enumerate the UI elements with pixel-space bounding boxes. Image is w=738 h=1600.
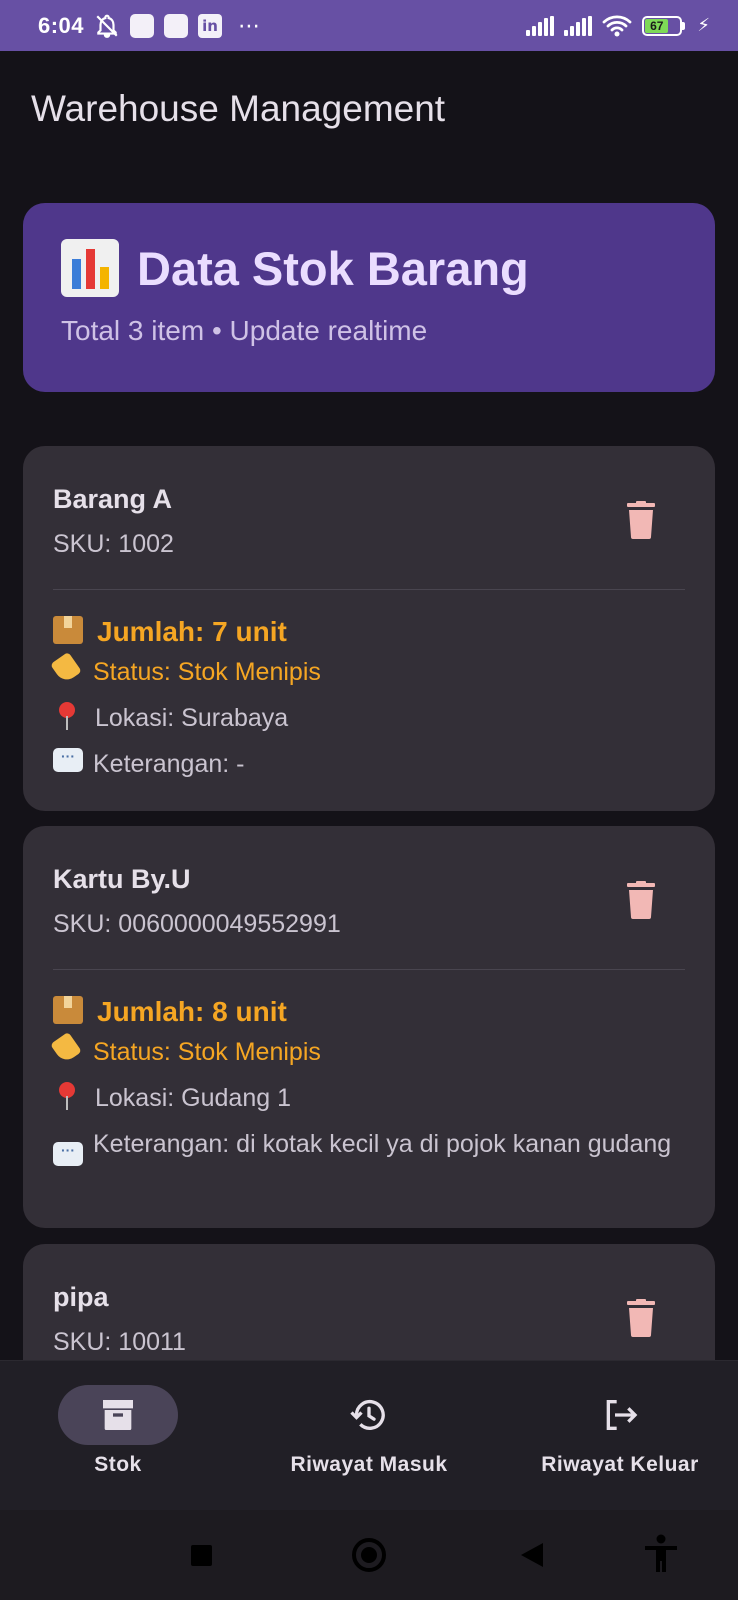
note-text: Keterangan: - bbox=[93, 750, 245, 778]
item-sku: SKU: 0060000049552991 bbox=[53, 910, 341, 938]
header-title: Data Stok Barang bbox=[137, 241, 529, 295]
divider bbox=[53, 589, 685, 590]
speech-bubble-icon: ··· bbox=[53, 748, 83, 772]
item-name: Barang A bbox=[53, 484, 173, 514]
tag-icon bbox=[50, 651, 82, 685]
note-row: ··· Keterangan: - bbox=[53, 748, 675, 780]
nav-item-stok[interactable]: Stok bbox=[58, 1361, 178, 1511]
quantity-row: Jumlah: 7 unit bbox=[53, 616, 675, 648]
divider bbox=[53, 969, 685, 970]
location-text: Lokasi: Surabaya bbox=[95, 704, 289, 732]
pin-icon bbox=[59, 1082, 75, 1110]
nav-item-riwayat-masuk[interactable]: Riwayat Masuk bbox=[269, 1361, 469, 1511]
app-title: Warehouse Management bbox=[31, 88, 446, 129]
status-text: Status: Stok Menipis bbox=[93, 658, 321, 686]
stock-list[interactable]: Warehouse Management Data Stok Barang To… bbox=[0, 0, 738, 1360]
item-sku: SKU: 1002 bbox=[53, 530, 174, 558]
pin-icon bbox=[59, 702, 75, 730]
note-row: ··· Keterangan: di kotak kecil ya di pojo… bbox=[53, 1128, 675, 1166]
system-navigation-bar bbox=[0, 1510, 738, 1600]
item-name: Kartu By.U bbox=[53, 864, 191, 894]
nav-label-riwayat-masuk: Riwayat Masuk bbox=[290, 1453, 448, 1476]
delete-icon[interactable] bbox=[627, 881, 655, 919]
location-text: Lokasi: Gudang 1 bbox=[95, 1084, 291, 1112]
package-icon bbox=[53, 616, 83, 644]
quantity-text: Jumlah: 7 unit bbox=[97, 616, 287, 647]
nav-label-riwayat-keluar: Riwayat Keluar bbox=[541, 1453, 699, 1476]
home-button[interactable] bbox=[352, 1538, 386, 1572]
accessibility-icon[interactable] bbox=[643, 1534, 679, 1574]
status-row: Status: Stok Menipis bbox=[50, 651, 675, 688]
item-card[interactable]: pipa SKU: 10011 bbox=[23, 1244, 715, 1360]
back-button[interactable] bbox=[521, 1543, 543, 1567]
nav-item-riwayat-keluar[interactable]: Riwayat Keluar bbox=[530, 1361, 710, 1511]
package-icon bbox=[53, 996, 83, 1024]
speech-bubble-icon: ··· bbox=[53, 1142, 83, 1166]
location-row: Lokasi: Surabaya bbox=[53, 702, 675, 734]
status-text: Status: Stok Menipis bbox=[93, 1038, 321, 1066]
recents-button[interactable] bbox=[191, 1545, 212, 1566]
bar-chart-icon bbox=[61, 239, 119, 297]
item-sku: SKU: 10011 bbox=[53, 1328, 186, 1356]
quantity-text: Jumlah: 8 unit bbox=[97, 996, 287, 1027]
item-name: pipa bbox=[53, 1282, 109, 1312]
delete-icon[interactable] bbox=[627, 1299, 655, 1337]
item-card[interactable]: Kartu By.U SKU: 0060000049552991 Jumlah:… bbox=[23, 826, 715, 1228]
status-row: Status: Stok Menipis bbox=[50, 1031, 675, 1068]
header-card: Data Stok Barang Total 3 item • Update r… bbox=[23, 203, 715, 392]
archive-icon bbox=[103, 1400, 133, 1430]
location-row: Lokasi: Gudang 1 bbox=[53, 1082, 675, 1114]
tag-icon bbox=[50, 1031, 82, 1065]
nav-label-stok: Stok bbox=[94, 1453, 142, 1476]
header-subtitle: Total 3 item • Update realtime bbox=[61, 315, 428, 346]
note-text: Keterangan: di kotak kecil ya di pojok k… bbox=[93, 1130, 672, 1158]
delete-icon[interactable] bbox=[627, 501, 655, 539]
logout-icon bbox=[606, 1400, 638, 1430]
quantity-row: Jumlah: 8 unit bbox=[53, 996, 675, 1028]
item-card[interactable]: Barang A SKU: 1002 Jumlah: 7 unit Status… bbox=[23, 446, 715, 811]
bottom-navigation: Stok Riwayat Masuk Riwayat Keluar bbox=[0, 1360, 738, 1510]
history-icon bbox=[350, 1399, 385, 1430]
